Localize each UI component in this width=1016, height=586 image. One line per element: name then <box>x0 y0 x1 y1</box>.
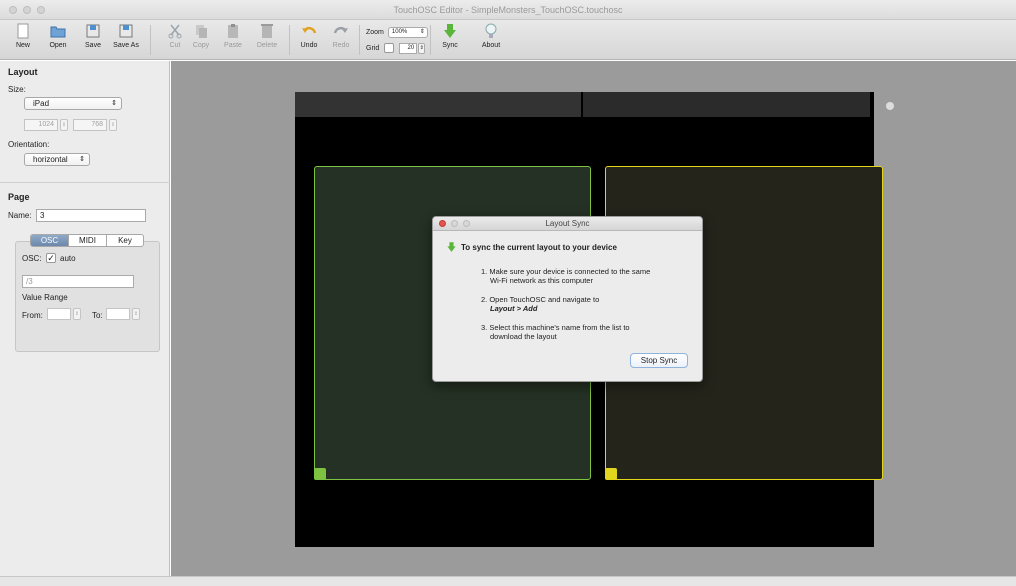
status-bar <box>0 576 1016 586</box>
save-as-icon <box>119 24 133 38</box>
from-label: From: <box>22 311 43 320</box>
toolbar-separator <box>150 25 151 55</box>
layout-height-stepper[interactable]: ⇕ <box>109 119 117 131</box>
zoom-select[interactable]: 100% ⇕ <box>387 26 428 38</box>
size-select[interactable]: iPad ⇕ <box>24 97 122 110</box>
properties-panel: Layout Size: iPad ⇕ 1024 ⇕ 768 ⇕ Orientat… <box>0 61 170 576</box>
redo-icon <box>333 26 348 34</box>
stop-sync-button[interactable]: Stop Sync <box>630 353 688 368</box>
dialog-step-1: 1. Make sure your device is connected to… <box>481 267 651 285</box>
folder-icon <box>50 26 66 38</box>
grid-checkbox[interactable] <box>384 43 395 53</box>
tab-key[interactable]: Key <box>107 235 143 246</box>
sync-down-arrow-icon <box>447 242 456 252</box>
undo-icon <box>302 26 317 34</box>
dialog-heading: To sync the current layout to your devic… <box>461 243 617 252</box>
chevron-updown-icon: ⇕ <box>419 28 425 35</box>
osc-auto-label: auto <box>60 254 76 263</box>
chevron-updown-icon: ⇕ <box>111 100 117 107</box>
xy-pad-handle[interactable] <box>314 468 326 480</box>
layout-width-stepper[interactable]: ⇕ <box>60 119 68 131</box>
grid-label: Grid <box>366 44 380 52</box>
range-from-stepper[interactable]: ⇕ <box>73 308 81 320</box>
xy-pad-handle[interactable] <box>605 468 617 480</box>
scissors-icon <box>168 24 182 39</box>
page-name-input[interactable]: 3 <box>36 209 146 222</box>
copy-icon <box>196 25 207 38</box>
section-divider <box>0 182 170 183</box>
dialog-step-3: 3. Select this machine's name from the l… <box>481 323 630 341</box>
grid-size-stepper[interactable]: ⇕ <box>418 42 426 54</box>
title-bar: TouchOSC Editor - SimpleMonsters_TouchOS… <box>0 0 1016 20</box>
undo-button[interactable]: Undo <box>294 22 324 58</box>
range-to-input[interactable] <box>106 308 130 320</box>
lightbulb-icon <box>485 23 497 38</box>
zoom-label: Zoom <box>366 28 384 36</box>
page-indicator-dot <box>886 102 894 110</box>
zoom-grid-group: Zoom 100% ⇕ Grid 20 ⇕ <box>366 25 428 57</box>
layout-sync-dialog: Layout Sync To sync the current layout t… <box>432 216 703 382</box>
osc-auto-checkbox[interactable]: ✓ <box>46 253 56 263</box>
page-tabs: OSC MIDI Key <box>30 234 144 247</box>
tab-osc[interactable]: OSC <box>31 235 69 246</box>
page-tab-bar-left[interactable] <box>295 92 581 117</box>
save-icon <box>86 24 100 38</box>
open-button[interactable]: Open <box>43 22 73 58</box>
grid-size-input[interactable]: 20 <box>399 42 418 54</box>
layout-width-input[interactable]: 1024 <box>24 119 58 131</box>
tab-midi[interactable]: MIDI <box>69 235 107 246</box>
toolbar-separator <box>359 25 360 55</box>
save-button[interactable]: Save <box>78 22 108 58</box>
clipboard-icon <box>228 24 238 38</box>
about-button[interactable]: About <box>476 22 506 58</box>
copy-button[interactable]: Copy <box>186 22 216 58</box>
osc-address-input[interactable]: /3 <box>22 275 134 288</box>
new-document-icon <box>17 23 29 39</box>
to-label: To: <box>92 311 103 320</box>
new-button[interactable]: New <box>8 22 38 58</box>
delete-button[interactable]: Delete <box>252 22 282 58</box>
save-as-button[interactable]: Save As <box>111 22 141 58</box>
dialog-step-2: 2. Open TouchOSC and navigate to Layout … <box>481 295 600 313</box>
toolbar-separator <box>430 25 431 55</box>
range-to-stepper[interactable]: ⇕ <box>132 308 140 320</box>
orientation-select[interactable]: horizontal ⇕ <box>24 153 90 166</box>
sync-down-arrow-icon <box>444 24 456 38</box>
chevron-updown-icon: ⇕ <box>79 156 85 163</box>
paste-button[interactable]: Paste <box>218 22 248 58</box>
layout-height-input[interactable]: 768 <box>73 119 107 131</box>
layout-section-title: Layout <box>8 67 38 77</box>
toolbar-separator <box>289 25 290 55</box>
trash-icon <box>261 24 273 38</box>
sync-button[interactable]: Sync <box>435 22 465 58</box>
page-section-title: Page <box>8 192 30 202</box>
page-tab-bar-right[interactable] <box>583 92 870 117</box>
page-name-label: Name: <box>8 211 32 220</box>
size-label: Size: <box>8 85 26 94</box>
value-range-label: Value Range <box>22 293 68 302</box>
orientation-label: Orientation: <box>8 140 50 149</box>
range-from-input[interactable] <box>47 308 71 320</box>
window-title: TouchOSC Editor - SimpleMonsters_TouchOS… <box>393 5 623 15</box>
redo-button[interactable]: Redo <box>326 22 356 58</box>
osc-label: OSC: <box>22 254 42 263</box>
toolbar: New Open Save Save As Cut Copy Paste Del… <box>0 20 1016 60</box>
dialog-title-bar: Layout Sync <box>433 217 702 231</box>
dialog-title: Layout Sync <box>545 219 590 228</box>
